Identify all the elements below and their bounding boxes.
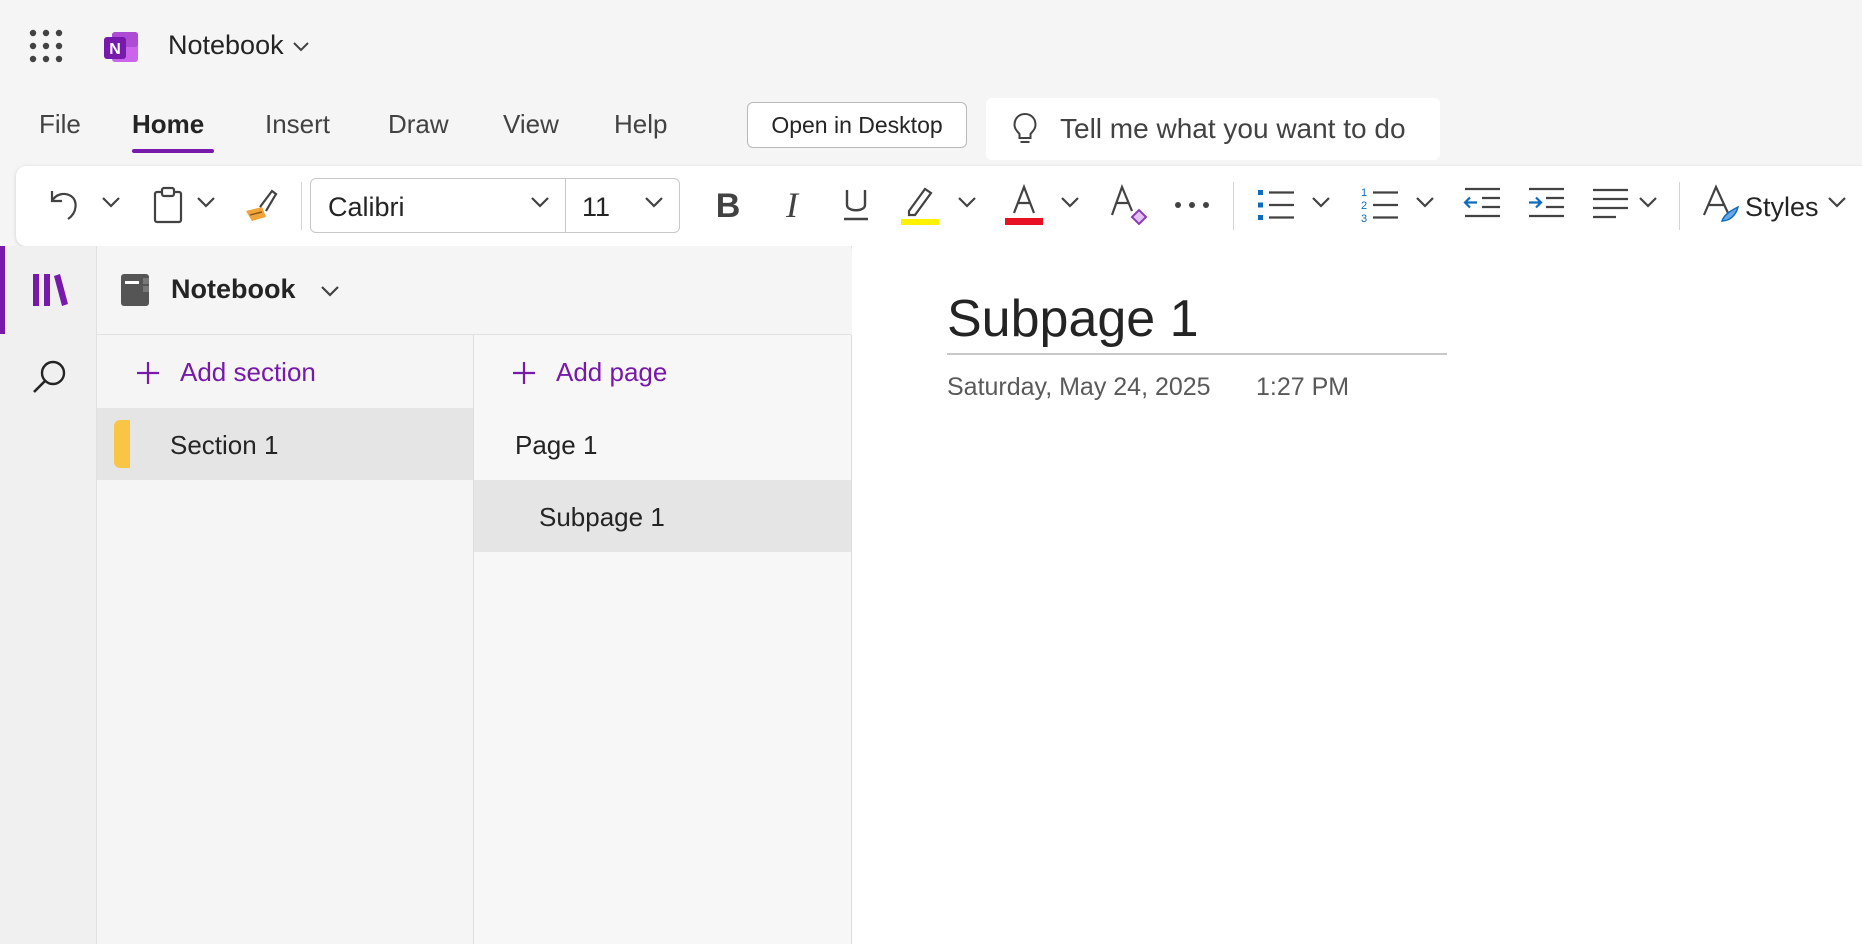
font-size-select[interactable]: 11: [582, 192, 610, 223]
paste-icon: [153, 186, 183, 224]
svg-text:2: 2: [1361, 200, 1367, 212]
plus-icon: [137, 361, 159, 384]
font-name-chevron-down-icon[interactable]: [530, 195, 550, 209]
section-color-tab: [114, 420, 130, 468]
notebook-chevron-down-icon[interactable]: [320, 284, 340, 298]
font-name-select[interactable]: Calibri: [328, 192, 405, 223]
align-icon: [1593, 188, 1628, 219]
italic-button[interactable]: I: [770, 183, 814, 227]
ribbon-divider: [1233, 182, 1234, 230]
search-icon: [33, 360, 66, 393]
active-tab-indicator: [132, 149, 214, 153]
highlight-icon: [901, 187, 939, 225]
styles-button[interactable]: [1700, 183, 1742, 227]
bullets-chevron-down-icon[interactable]: [1311, 195, 1331, 209]
app-launcher-icon[interactable]: [28, 28, 64, 64]
svg-text:I: I: [785, 185, 800, 225]
font-divider: [565, 179, 566, 232]
align-chevron-down-icon[interactable]: [1638, 195, 1658, 209]
styles-label[interactable]: Styles: [1745, 192, 1819, 223]
rail-active-indicator: [0, 246, 5, 334]
undo-button[interactable]: [42, 183, 86, 227]
font-size-chevron-down-icon[interactable]: [644, 195, 664, 209]
format-painter-icon: [246, 189, 278, 221]
increase-indent-icon: [1529, 187, 1564, 218]
styles-icon: [1702, 184, 1740, 222]
library-icon: [33, 274, 68, 306]
ribbon-divider: [301, 182, 302, 230]
add-page-label: Add page: [556, 357, 668, 387]
add-page-button[interactable]: Add page: [512, 357, 667, 388]
more-options-button[interactable]: [1170, 183, 1214, 227]
lightbulb-icon: [1013, 112, 1037, 143]
tab-view[interactable]: View: [503, 109, 559, 140]
open-in-desktop-label: Open in Desktop: [771, 111, 943, 138]
font-color-icon: [1005, 183, 1043, 225]
page-label: Page 1: [515, 430, 598, 460]
undo-icon: [50, 191, 77, 220]
chevron-down-icon: [292, 41, 309, 51]
clear-formatting-icon: [1110, 183, 1148, 226]
bold-button[interactable]: B: [706, 183, 750, 227]
paste-button[interactable]: [148, 183, 188, 227]
open-in-desktop-button[interactable]: Open in Desktop: [747, 102, 967, 148]
svg-text:1: 1: [1361, 187, 1367, 199]
align-button[interactable]: [1588, 183, 1632, 227]
undo-chevron-down-icon[interactable]: [101, 195, 121, 209]
tab-insert[interactable]: Insert: [265, 109, 330, 140]
notebook-title: Notebook: [168, 30, 284, 60]
numbering-button[interactable]: 123: [1358, 183, 1402, 227]
section-item[interactable]: [97, 408, 473, 480]
tab-file[interactable]: File: [39, 109, 81, 140]
increase-indent-button[interactable]: [1524, 183, 1568, 227]
notebook-name[interactable]: Notebook: [171, 274, 296, 305]
font-color-chevron-down-icon[interactable]: [1060, 195, 1080, 209]
underline-icon: [844, 190, 868, 221]
numbering-icon: 123: [1361, 187, 1398, 225]
format-painter-button[interactable]: [240, 183, 284, 227]
tab-help[interactable]: Help: [614, 109, 667, 140]
tell-me-placeholder: Tell me what you want to do: [1060, 113, 1406, 144]
notebooks-button[interactable]: [30, 270, 70, 310]
page-time: 1:27 PM: [1256, 373, 1350, 401]
page-canvas[interactable]: [852, 246, 1862, 944]
add-section-button[interactable]: Add section: [136, 357, 316, 388]
section-label: Section 1: [170, 430, 279, 460]
plus-icon: [513, 361, 535, 384]
tab-draw[interactable]: Draw: [388, 109, 449, 140]
font-color-button[interactable]: [1002, 183, 1046, 227]
subpage-label: Subpage 1: [539, 502, 665, 532]
highlight-chevron-down-icon[interactable]: [957, 195, 977, 209]
svg-text:N: N: [109, 41, 121, 58]
styles-chevron-down-icon[interactable]: [1827, 195, 1847, 209]
ribbon-divider: [1679, 182, 1680, 230]
search-button[interactable]: [30, 358, 68, 396]
underline-button[interactable]: [834, 183, 878, 227]
clear-formatting-button[interactable]: [1106, 183, 1150, 227]
page-date: Saturday, May 24, 2025: [947, 373, 1211, 401]
notebook-title-dropdown[interactable]: Notebook: [168, 30, 310, 61]
paste-chevron-down-icon[interactable]: [196, 195, 216, 209]
title-underline: [947, 353, 1447, 355]
bullets-icon: [1258, 190, 1294, 220]
bold-icon: B: [716, 187, 741, 225]
tab-home[interactable]: Home: [132, 109, 204, 140]
bullets-button[interactable]: [1254, 183, 1298, 227]
svg-text:3: 3: [1361, 213, 1367, 225]
decrease-indent-icon: [1463, 187, 1500, 218]
highlight-button[interactable]: [898, 183, 942, 227]
left-rail: [0, 246, 97, 944]
more-icon: [1175, 202, 1209, 208]
onenote-logo-icon: N: [102, 28, 140, 66]
italic-icon: I: [785, 185, 800, 225]
add-section-label: Add section: [180, 357, 316, 387]
decrease-indent-button[interactable]: [1460, 183, 1504, 227]
numbering-chevron-down-icon[interactable]: [1415, 195, 1435, 209]
tell-me-search[interactable]: Tell me what you want to do: [986, 98, 1440, 160]
svg-text:B: B: [716, 187, 741, 225]
page-title[interactable]: Subpage 1: [947, 289, 1199, 349]
notebook-icon: [119, 272, 151, 308]
